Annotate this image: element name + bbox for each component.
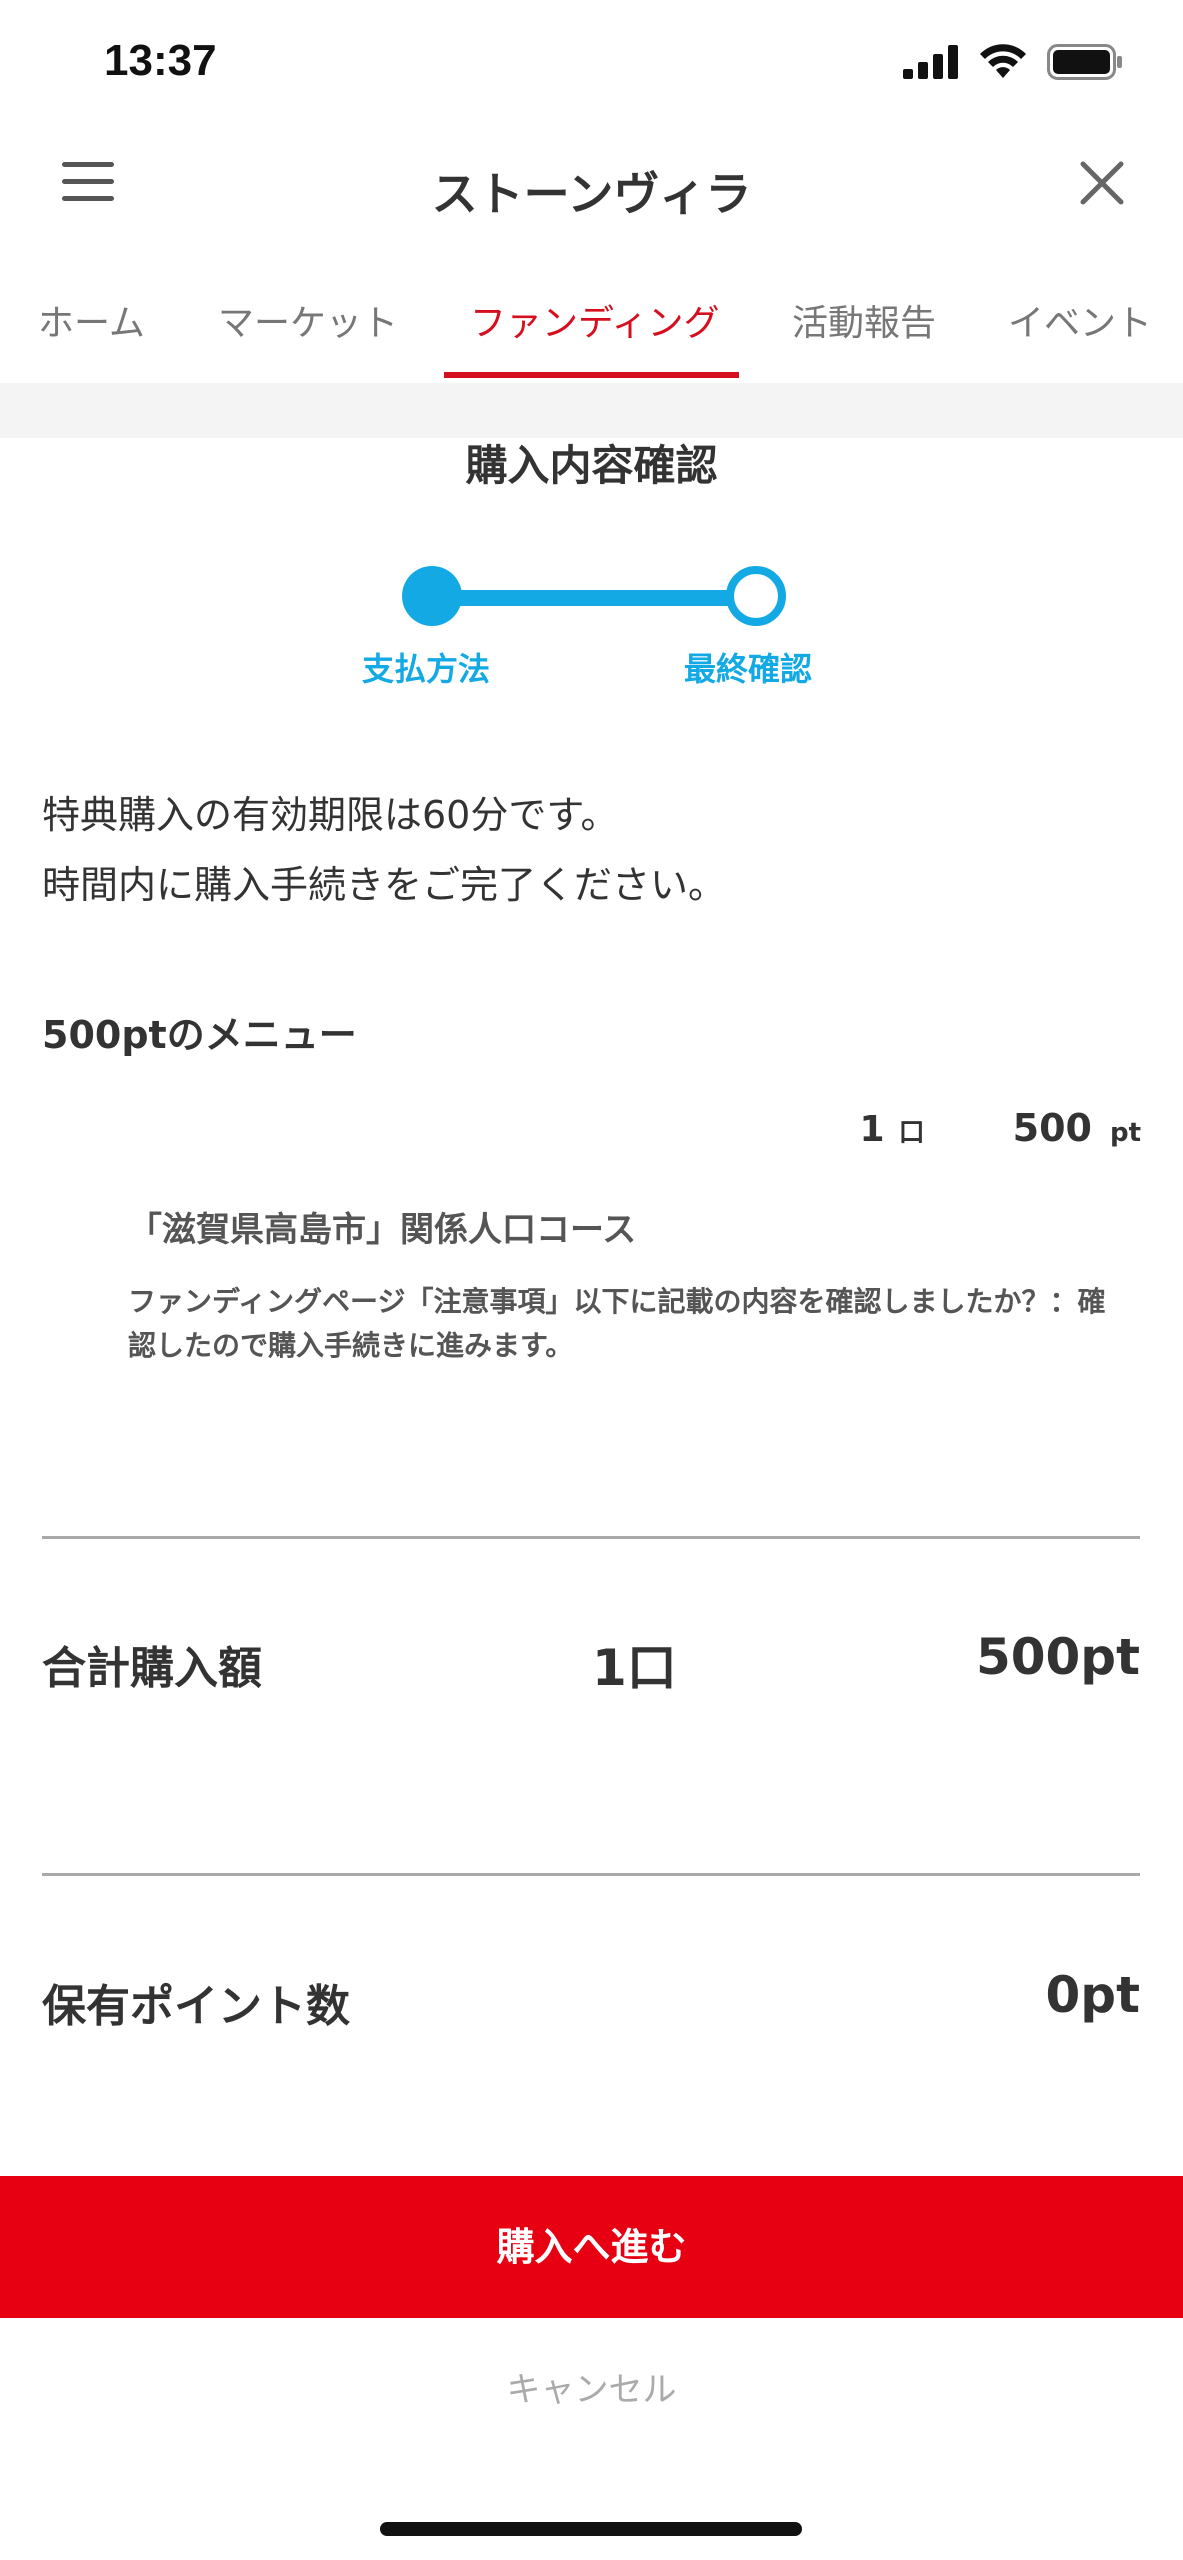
- section-title: 購入内容確認: [465, 441, 718, 490]
- step-dot-confirm: [726, 566, 786, 626]
- cancel-button[interactable]: キャンセル: [0, 2362, 1183, 2411]
- proceed-to-purchase-button[interactable]: 購入へ進む: [0, 2176, 1183, 2318]
- close-icon[interactable]: [1077, 158, 1127, 208]
- active-tab-indicator: [444, 372, 739, 378]
- tab-bar: ホーム マーケット ファンディング 活動報告 イベント: [0, 282, 1183, 382]
- step-label-confirm: 最終確認: [684, 650, 813, 688]
- tab-funding[interactable]: ファンディング: [470, 294, 719, 346]
- course-description: ファンディングページ「注意事項」以下に記載の内容を確認しましたか？：確認したので…: [128, 1285, 1106, 1362]
- total-label: 合計購入額: [42, 1643, 262, 1694]
- item-points-unit: pt: [1109, 1118, 1141, 1148]
- home-indicator[interactable]: [380, 2522, 802, 2536]
- item-quantity-row: 1 口 500 pt: [860, 1106, 1141, 1150]
- notice-line-2: 時間内に購入手続きをご完了ください。: [42, 863, 727, 907]
- status-time: 13:37: [104, 36, 217, 85]
- tab-home[interactable]: ホーム: [38, 294, 145, 346]
- signal-icon: [903, 45, 958, 79]
- battery-icon: [1047, 44, 1122, 80]
- owned-points-amount: 0pt: [1045, 1966, 1140, 2024]
- status-bar: 13:37: [0, 0, 1183, 130]
- divider: [42, 1873, 1140, 1876]
- progress-stepper: 支払方法 最終確認: [360, 560, 820, 690]
- total-quantity: 1口: [592, 1639, 677, 1697]
- wifi-icon: [980, 44, 1026, 78]
- step-label-payment: 支払方法: [362, 650, 491, 688]
- tab-activity-report[interactable]: 活動報告: [792, 294, 936, 346]
- divider: [42, 1536, 1140, 1539]
- course-name: 「滋賀県高島市」関係人口コース: [128, 1210, 637, 1250]
- expiry-notice: 特典購入の有効期限は60分です。 時間内に購入手続きをご完了ください。: [42, 780, 726, 920]
- item-quantity: 1: [859, 1109, 885, 1150]
- page-title: ストーンヴィラ: [431, 167, 752, 221]
- item-quantity-unit: 口: [898, 1118, 925, 1148]
- tab-event[interactable]: イベント: [1008, 294, 1152, 346]
- notice-line-1: 特典購入の有効期限は60分です。: [42, 793, 619, 837]
- step-dot-payment: [402, 566, 462, 626]
- owned-points-label: 保有ポイント数: [42, 1981, 350, 2032]
- content-top-band: [0, 383, 1183, 438]
- status-icons: [903, 44, 1123, 80]
- tab-market[interactable]: マーケット: [218, 294, 398, 346]
- item-points: 500: [1012, 1106, 1092, 1150]
- total-amount: 500pt: [975, 1628, 1140, 1686]
- app-header: ストーンヴィラ: [0, 140, 1183, 235]
- menu-heading: 500ptのメニュー: [42, 1013, 357, 1057]
- stepper-line: [430, 590, 730, 606]
